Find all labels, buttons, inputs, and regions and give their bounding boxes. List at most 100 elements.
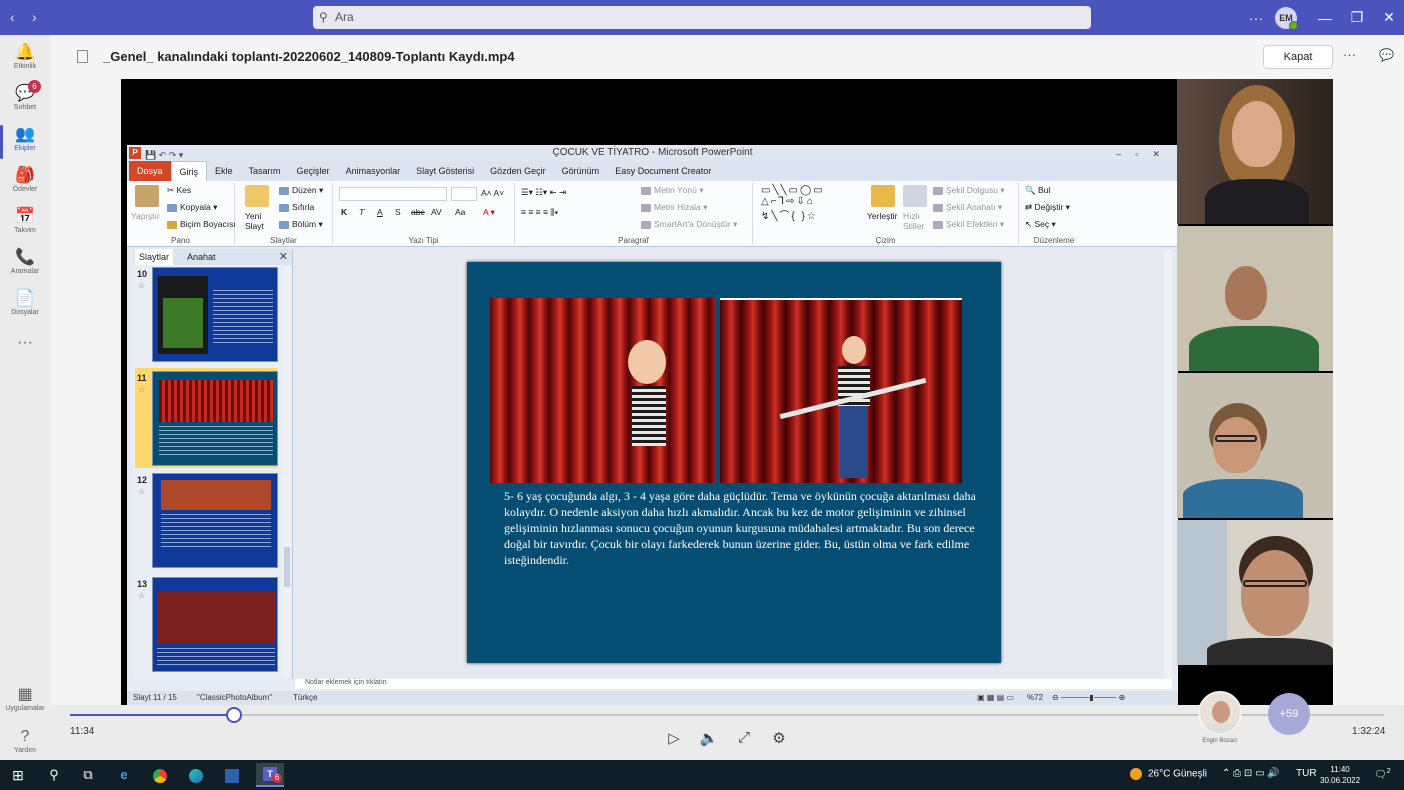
more-options-icon[interactable]: ··· [1245,10,1267,26]
participant-avatar[interactable] [1198,691,1242,735]
slide-thumbnail-13[interactable] [152,577,278,672]
participant-video-4[interactable] [1177,520,1333,665]
weather-widget[interactable]: 26°C Güneşli [1130,768,1207,780]
minimize-button[interactable]: — [1309,10,1341,26]
format-painter-button[interactable]: Biçim Boyacısı [167,219,236,229]
tab-insert[interactable]: Ekle [207,161,241,181]
maximize-button[interactable]: ❐ [1341,9,1373,26]
current-slide[interactable]: 5- 6 yaş çocuğunda algı, 3 - 4 yaşa göre… [467,262,1001,663]
slide-thumbnail-10[interactable] [152,267,278,362]
arrange-button[interactable]: Yerleştir [867,211,897,221]
tab-file[interactable]: Dosya [129,161,171,181]
tab-view[interactable]: Görünüm [554,161,608,181]
slide-thumbnail-11[interactable] [152,371,278,466]
tab-review[interactable]: Gözden Geçir [482,161,554,181]
find-button[interactable]: 🔍 Bul [1025,185,1050,196]
more-options-icon[interactable]: ··· [1343,47,1356,62]
close-icon[interactable]: ✕ [279,249,288,265]
seek-handle[interactable] [226,707,242,723]
video-player[interactable]: P 💾 ↶ ↷ ▾ ÇOCUK VE TİYATRO - Microsoft P… [121,79,1333,705]
strikethrough-button[interactable]: abc [411,207,425,217]
font-size-select[interactable] [451,187,477,201]
settings-gear-icon[interactable]: ⚙ [769,729,789,747]
font-name-select[interactable] [339,187,447,201]
teams-taskbar-icon[interactable]: T 6 [256,763,284,787]
system-tray-icons[interactable]: ⌃ ⎙ ⊡ ▭ 🔊 [1222,768,1280,779]
zoom-slider[interactable]: ⊖ ─────▮──── ⊕ [1052,693,1125,702]
participant-video-3[interactable] [1177,373,1333,518]
play-icon[interactable]: ▷ [664,729,684,747]
search-icon[interactable]: ⚲ [44,766,64,784]
tab-outline[interactable]: Anahat [183,249,220,265]
edge-icon[interactable] [186,766,206,784]
tab-slides[interactable]: Slaytlar [135,249,174,265]
copy-button[interactable]: Kopyala ▾ [167,202,217,213]
grow-font-button[interactable]: A˄ A˅ [481,188,504,198]
seek-bar[interactable] [70,714,1384,716]
shape-fill-button[interactable]: Şekil Dolgusu ▾ [933,185,1005,196]
underline-button[interactable]: A [377,207,383,217]
replace-button[interactable]: ⇄ Değiştir ▾ [1025,202,1070,213]
arrange-icon[interactable] [871,185,895,207]
word-icon[interactable] [222,766,242,784]
rail-item-assignments[interactable]: 🎒 Ödevler [0,166,50,193]
forward-icon[interactable]: › [32,9,37,25]
quick-styles-icon[interactable] [903,185,927,207]
windows-start-icon[interactable]: ⊞ [8,766,28,784]
alignment-buttons[interactable]: ≡ ≡ ≡ ≡ ⫼▾ [521,207,558,218]
reset-button[interactable]: Sıfırla [279,202,314,212]
text-direction-button[interactable]: Metin Yönü ▾ [641,185,704,196]
font-color-button[interactable]: A ▾ [483,207,495,218]
chrome-icon[interactable] [150,766,170,784]
tab-animations[interactable]: Animasyonlar [338,161,409,181]
tab-transitions[interactable]: Geçişler [289,161,338,181]
select-button[interactable]: ↖ Seç ▾ [1025,219,1056,230]
internet-explorer-icon[interactable]: e [114,766,134,784]
convert-smartart-button[interactable]: SmartArt'a Dönüştür ▾ [641,219,737,230]
section-button[interactable]: Bölüm ▾ [279,219,323,230]
language-indicator[interactable]: TUR [1296,768,1317,779]
rail-item-teams[interactable]: 👥 Ekipler [0,125,50,159]
tab-home[interactable]: Giriş [170,161,208,181]
bullets-button[interactable]: ☰▾ ☷▾ ⇤ ⇥ [521,187,566,198]
shape-outline-button[interactable]: Şekil Anahatı ▾ [933,202,1002,213]
rail-item-apps[interactable]: ▦ Uygulamalar [0,685,50,712]
editor-scrollbar[interactable] [1164,249,1172,679]
close-button[interactable]: Kapat [1263,45,1333,69]
notifications-icon[interactable]: 🗨2 [1374,768,1391,780]
shape-effects-button[interactable]: Şekil Efektleri ▾ [933,219,1004,230]
change-case-button[interactable]: Aa [455,207,465,217]
back-icon[interactable]: ‹ [10,9,15,25]
notes-pane[interactable]: Notlar eklemek için tıklatın [295,679,1172,689]
paste-button[interactable]: Yapıştır [131,211,160,221]
participant-video-2[interactable] [1177,226,1333,371]
task-view-icon[interactable]: ⧉ [78,766,98,784]
system-clock[interactable]: 11:40 30.06.2022 [1320,764,1360,786]
shapes-gallery[interactable]: ▭╲╲▭◯▭ △⌐⅂⇨⇩⌂ ↯╲⌒{ }☆ [761,185,825,222]
italic-button[interactable]: T [359,207,364,217]
new-slide-icon[interactable] [245,185,269,207]
align-text-button[interactable]: Metni Hizala ▾ [641,202,707,213]
rail-item-activity[interactable]: 🔔 Etkinlik [0,43,50,70]
view-buttons[interactable]: ▣ ▦ ▤ ▭ [977,693,1014,702]
rail-item-more[interactable]: ··· [0,333,50,353]
layout-button[interactable]: Düzen ▾ [279,185,323,196]
bold-button[interactable]: K [341,207,347,217]
thumbnail-scrollbar[interactable] [283,267,291,677]
slide-thumbnail-12[interactable] [152,473,278,568]
rail-item-files[interactable]: 📄 Dosyalar [0,289,50,316]
avatar[interactable]: EM [1275,6,1298,30]
search-input[interactable]: ⚲ Ara [313,6,1091,29]
quick-styles-button[interactable]: Hızlı Stiller [903,211,927,231]
tab-slideshow[interactable]: Slayt Gösterisi [408,161,482,181]
tab-design[interactable]: Tasarım [241,161,289,181]
fullscreen-icon[interactable]: ⤢ [734,729,754,746]
rail-item-calls[interactable]: 📞 Aramalar [0,248,50,275]
tab-easy-document-creator[interactable]: Easy Document Creator [607,161,719,181]
character-spacing-button[interactable]: AV [431,207,442,217]
cut-button[interactable]: ✂ Kes [167,185,191,196]
volume-icon[interactable]: 🔈 [699,729,719,747]
more-participants-badge[interactable]: +59 [1268,693,1310,735]
chat-icon[interactable]: 💬 [1379,48,1394,62]
rail-item-help[interactable]: ? Yardım [0,727,50,754]
